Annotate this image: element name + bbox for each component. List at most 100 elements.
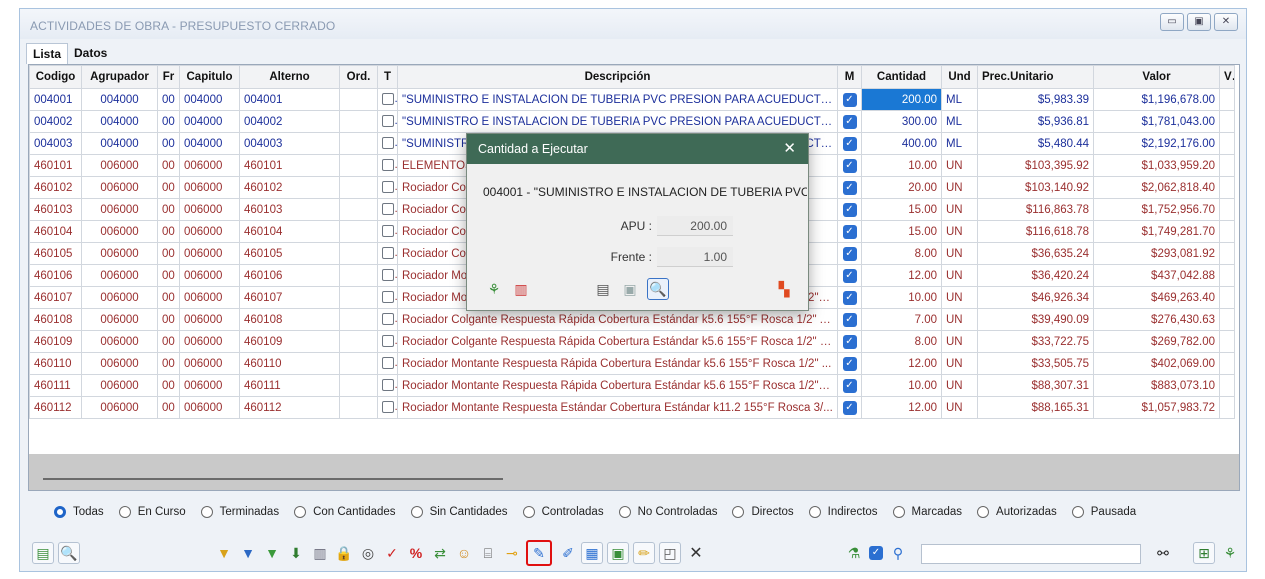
radio-indicator[interactable] [410,506,423,518]
filter-radio-indirectos[interactable]: Indirectos [808,506,878,518]
dialog-chart-button[interactable]: ▥ [510,278,532,300]
photo-button[interactable]: ▣ [607,542,629,564]
lock-button[interactable]: 🔒 [333,542,355,564]
cell-t[interactable] [377,154,398,177]
cell-fr[interactable]: 00 [157,110,180,133]
note-button[interactable]: ✏ [633,542,655,564]
cell-v[interactable] [1219,176,1235,199]
radio-indicator[interactable] [808,506,821,518]
cell-und[interactable]: UN [941,308,978,331]
cell-t[interactable] [377,374,398,397]
radio-indicator[interactable] [977,506,990,518]
user-button[interactable]: ☺ [453,542,475,564]
cell-fr[interactable]: 00 [157,374,180,397]
filter-blue-button[interactable]: ▼ [237,542,259,564]
table-row[interactable]: 004001 004000 00 004000 004001 "SUMINISTRO E … [29,88,1235,111]
cell-m[interactable]: ✓ [837,176,862,199]
header-t[interactable]: T [377,65,398,89]
table-row[interactable]: 460108 006000 00 006000 460108 Rociador Colga… [29,308,1235,331]
radio-indicator[interactable] [1071,506,1084,518]
cell-m[interactable]: ✓ [837,286,862,309]
cell-cantidad[interactable]: 10.00 [861,286,942,309]
header-alterno[interactable]: Alterno [239,65,340,89]
cell-und[interactable]: UN [941,264,978,287]
cell-valor[interactable]: $1,057,983.72 [1093,396,1220,419]
header-fr[interactable]: Fr [157,65,180,89]
marked-checkbox-icon[interactable]: ✓ [842,114,857,129]
cell-und[interactable]: UN [941,352,978,375]
cell-codigo[interactable]: 460104 [29,220,82,243]
tab-lista[interactable]: Lista [26,43,69,64]
cell-und[interactable]: UN [941,176,978,199]
cell-alterno[interactable]: 004001 [239,88,340,111]
marked-toggle[interactable]: ✓ [865,542,887,564]
cell-capitulo[interactable]: 006000 [179,396,240,419]
cell-codigo[interactable]: 460103 [29,198,82,221]
filter-radio-pausada[interactable]: Pausada [1071,506,1136,518]
cell-agrupador[interactable]: 006000 [81,242,158,265]
marked-checkbox-icon[interactable]: ✓ [842,92,857,107]
cell-precio-unitario[interactable]: $103,140.92 [977,176,1094,199]
cell-alterno[interactable]: 460104 [239,220,340,243]
cell-ord[interactable] [339,352,378,375]
cell-t[interactable] [377,242,398,265]
marked-checkbox-icon[interactable]: ✓ [842,158,857,173]
cell-valor[interactable]: $293,081.92 [1093,242,1220,265]
cell-m[interactable]: ✓ [837,132,862,155]
radio-indicator[interactable] [54,506,66,518]
cell-v[interactable] [1219,374,1235,397]
cell-cantidad[interactable]: 400.00 [861,132,942,155]
cell-und[interactable]: UN [941,242,978,265]
filter-radio-sin-cantidades[interactable]: Sin Cantidades [410,506,508,518]
cell-cantidad[interactable]: 20.00 [861,176,942,199]
cell-codigo[interactable]: 460107 [29,286,82,309]
cell-alterno[interactable]: 460112 [239,396,340,419]
execute-quantity-button[interactable]: ✎ [526,540,552,566]
header-codigo[interactable]: Codigo [29,65,82,89]
cell-valor[interactable]: $1,749,281.70 [1093,220,1220,243]
cell-agrupador[interactable]: 006000 [81,286,158,309]
cell-codigo[interactable]: 460111 [29,374,82,397]
cell-agrupador[interactable]: 004000 [81,110,158,133]
row-checkbox[interactable] [382,181,394,194]
cell-precio-unitario[interactable]: $88,165.31 [977,396,1094,419]
cell-m[interactable]: ✓ [837,110,862,133]
minimize-button[interactable]: ▭ [1160,13,1184,31]
cell-t[interactable] [377,132,398,155]
cell-m[interactable]: ✓ [837,154,862,177]
row-checkbox[interactable] [382,269,394,282]
cell-precio-unitario[interactable]: $46,926.34 [977,286,1094,309]
cell-valor[interactable]: $402,069.00 [1093,352,1220,375]
cell-agrupador[interactable]: 006000 [81,374,158,397]
cell-agrupador[interactable]: 006000 [81,176,158,199]
cell-v[interactable] [1219,396,1235,419]
filter-radio-todas[interactable]: Todas [54,506,104,518]
cell-codigo[interactable]: 460112 [29,396,82,419]
row-checkbox[interactable] [382,291,394,304]
cell-capitulo[interactable]: 006000 [179,308,240,331]
marked-checkbox-icon[interactable]: ✓ [842,224,857,239]
marked-checkbox-icon[interactable]: ✓ [842,246,857,261]
cell-m[interactable]: ✓ [837,198,862,221]
radio-indicator[interactable] [294,506,307,518]
cell-alterno[interactable]: 460107 [239,286,340,309]
apu-field[interactable]: 200.00 [657,216,733,236]
cell-capitulo[interactable]: 006000 [179,176,240,199]
header-m[interactable]: M [837,65,862,89]
cell-precio-unitario[interactable]: $36,420.24 [977,264,1094,287]
radio-indicator[interactable] [892,506,905,518]
cell-fr[interactable]: 00 [157,176,180,199]
cell-alterno[interactable]: 460103 [239,198,340,221]
cell-v[interactable] [1219,154,1235,177]
table-row[interactable]: 460112 006000 00 006000 460112 Rociador Monta… [29,396,1235,419]
cell-ord[interactable] [339,220,378,243]
cell-valor[interactable]: $1,033,959.20 [1093,154,1220,177]
cell-codigo[interactable]: 004001 [29,88,82,111]
row-checkbox[interactable] [382,225,394,238]
cell-fr[interactable]: 00 [157,264,180,287]
cell-m[interactable]: ✓ [837,330,862,353]
cell-m[interactable]: ✓ [837,242,862,265]
filter-radio-no-controladas[interactable]: No Controladas [618,506,717,518]
cell-capitulo[interactable]: 004000 [179,132,240,155]
marked-checkbox-icon[interactable]: ✓ [842,312,857,327]
